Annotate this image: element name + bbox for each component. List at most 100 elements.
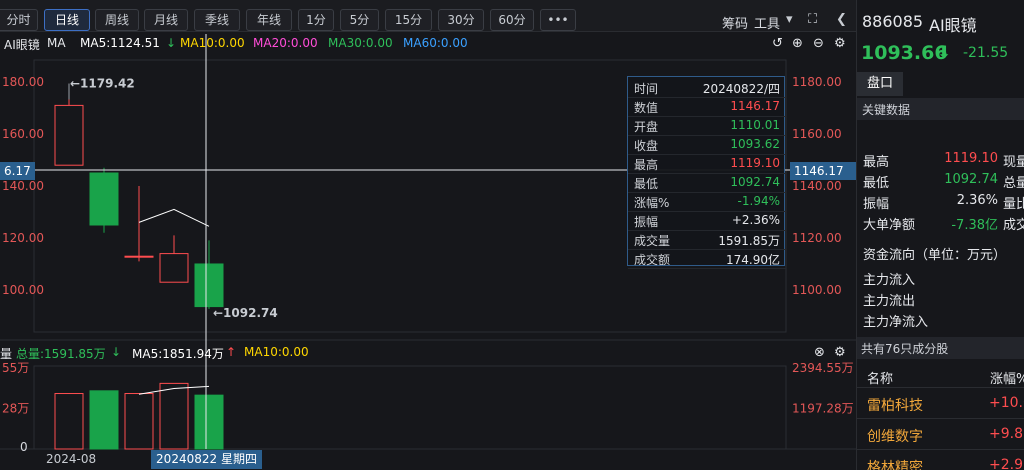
key-data-name: 振幅: [863, 197, 890, 212]
key-data-value: -7.38亿: [951, 218, 998, 233]
volume-bar: [124, 393, 154, 450]
column-name-header[interactable]: 名称: [867, 368, 893, 387]
tooltip-key: 振幅: [634, 215, 659, 229]
tooltip-key: 涨幅%: [634, 196, 670, 210]
fund-flow-row: 主力流出: [863, 294, 916, 309]
tooltip-row: 振幅 +2.36%: [628, 210, 786, 231]
ma10-value: MA10:0.00: [180, 36, 245, 50]
zoom-out-icon[interactable]: ⊖: [813, 36, 824, 51]
constituent-name[interactable]: 格林精密: [867, 457, 923, 470]
tooltip-row: 成交额 174.90亿: [628, 248, 786, 269]
price-axis-left-label: 140.00: [2, 179, 44, 193]
tooltip-key: 最低: [634, 177, 659, 191]
tooltip-value: 1591.85万: [718, 234, 780, 248]
key-data-label: 关键数据: [862, 103, 911, 117]
key-data-extra: 现量: [1003, 155, 1024, 170]
volume-axis-left-label: 0: [20, 440, 28, 454]
constituent-change: +2.9: [989, 457, 1023, 470]
ma5-arrow-icon: ↓: [166, 36, 177, 50]
volume-ma10-value: MA10:0.00: [244, 345, 309, 359]
tooltip-key: 成交量: [634, 234, 671, 248]
volume-label: 量: [0, 347, 13, 361]
tooltip-value: 1110.01: [730, 118, 780, 132]
down-arrow-icon: ⬇: [937, 43, 952, 63]
list-divider: [857, 449, 1024, 450]
price-axis-left-label: 160.00: [2, 127, 44, 141]
ma-label[interactable]: MA: [47, 36, 66, 50]
price-change: -21.55: [963, 45, 1009, 61]
volume-axis-left-label: 55万: [2, 361, 29, 375]
tooltip-value: 174.90亿: [726, 253, 780, 267]
key-data-extra: 量比: [1003, 197, 1024, 212]
tooltip-value: +2.36%: [731, 213, 780, 227]
tooltip-row: 涨幅% -1.94%: [628, 191, 786, 212]
volume-axis-right-label: 2394.55万: [792, 361, 854, 375]
column-change-header[interactable]: 涨幅%: [990, 368, 1024, 387]
tooltip-key: 收盘: [634, 139, 659, 153]
tooltip-key: 开盘: [634, 120, 659, 134]
close-volume-icon[interactable]: ⊗: [814, 345, 825, 360]
reset-icon[interactable]: ↺: [772, 36, 783, 51]
volume-settings-icon[interactable]: ⚙: [834, 345, 846, 360]
tooltip-row: 时间 20240822/四: [628, 77, 786, 98]
candle-body: [194, 263, 224, 308]
volume-axis-left-label: 28万: [2, 401, 29, 415]
tooltip-row: 成交量 1591.85万: [628, 229, 786, 250]
price-axis-left-label: 180.00: [2, 75, 44, 89]
volume-bar: [159, 382, 189, 450]
price-axis-right-label: 1140.00: [792, 179, 842, 193]
low-price-label: ←1092.74: [213, 306, 278, 320]
index-name: AI眼镜: [929, 16, 977, 35]
volume-total-arrow-icon: ↓: [111, 345, 122, 359]
tab-pankou[interactable]: 盘口: [857, 72, 1024, 96]
key-data-value: 1092.74: [944, 172, 998, 187]
ma20-value: MA20:0.00: [253, 36, 318, 50]
x-axis-label: 2024-08: [46, 452, 96, 466]
index-code: 886085: [862, 12, 924, 31]
volume-bar: [54, 393, 84, 450]
key-data-header: 关键数据: [857, 98, 1024, 120]
volume-bar: [194, 394, 224, 450]
key-data-extra: 总量: [1003, 176, 1024, 191]
constituent-name[interactable]: 雷柏科技: [867, 395, 923, 415]
tooltip-row: 最高 1119.10: [628, 153, 786, 174]
price-axis-right-label: 1180.00: [792, 75, 842, 89]
price-axis-right-label: 1120.00: [792, 231, 842, 245]
tooltip-value: 1093.62: [730, 137, 780, 151]
constituents-label: 共有76只成分股: [861, 342, 949, 356]
ohlc-tooltip: 时间 20240822/四数值 1146.17 开盘 1110.01 收盘 1093.62 最…: [627, 76, 786, 269]
key-data-value: 2.36%: [956, 193, 998, 208]
constituents-header: 共有76只成分股: [857, 337, 1024, 359]
tooltip-value: 1146.17: [730, 99, 780, 113]
tooltip-value: 20240822/四: [702, 82, 780, 96]
candle-body: [54, 104, 84, 166]
key-data-name: 最高: [863, 155, 890, 170]
ma5-line: [138, 208, 210, 227]
crosshair-right-tag: 1146.17: [790, 162, 856, 180]
current-price: 1093.66: [861, 42, 948, 64]
constituent-name[interactable]: 创维数字: [867, 426, 923, 446]
constituent-change: +9.8: [989, 426, 1023, 442]
volume-total: 总量:1591.85万: [16, 347, 106, 361]
ma-legend: AI眼镜 MA MA5:1124.51 ↓ MA10:0.00 MA20:0.0…: [0, 34, 856, 54]
tooltip-value: 1119.10: [730, 156, 780, 170]
fund-flow-row: 主力流入: [863, 273, 916, 288]
tooltip-key: 数值: [634, 101, 659, 115]
volume-ma5-arrow-icon: ↑: [226, 345, 237, 359]
high-price-label: ←1179.42: [70, 77, 135, 91]
tooltip-key: 时间: [634, 82, 659, 96]
ma30-value: MA30:0.00: [328, 36, 393, 50]
zoom-in-icon[interactable]: ⊕: [792, 36, 803, 51]
volume-axis-right-label: 1197.28万: [792, 401, 854, 415]
fund-flow-title: 资金流向（单位：万元）: [863, 248, 1007, 263]
tooltip-key: 成交额: [634, 253, 671, 267]
price-axis-right-label: 1100.00: [792, 283, 842, 297]
candle-body: [89, 172, 119, 226]
tooltip-key: 最高: [634, 158, 659, 172]
key-data-name: 最低: [863, 176, 890, 191]
settings-icon[interactable]: ⚙: [834, 36, 846, 51]
volume-legend: 量 总量:1591.85万 ↓ MA5:1851.94万 ↑ MA10:0.00…: [0, 343, 856, 363]
index-name-label: AI眼镜: [4, 38, 40, 52]
key-data-extra: 成交: [1003, 218, 1024, 233]
ma5-value: MA5:1124.51: [80, 36, 160, 50]
